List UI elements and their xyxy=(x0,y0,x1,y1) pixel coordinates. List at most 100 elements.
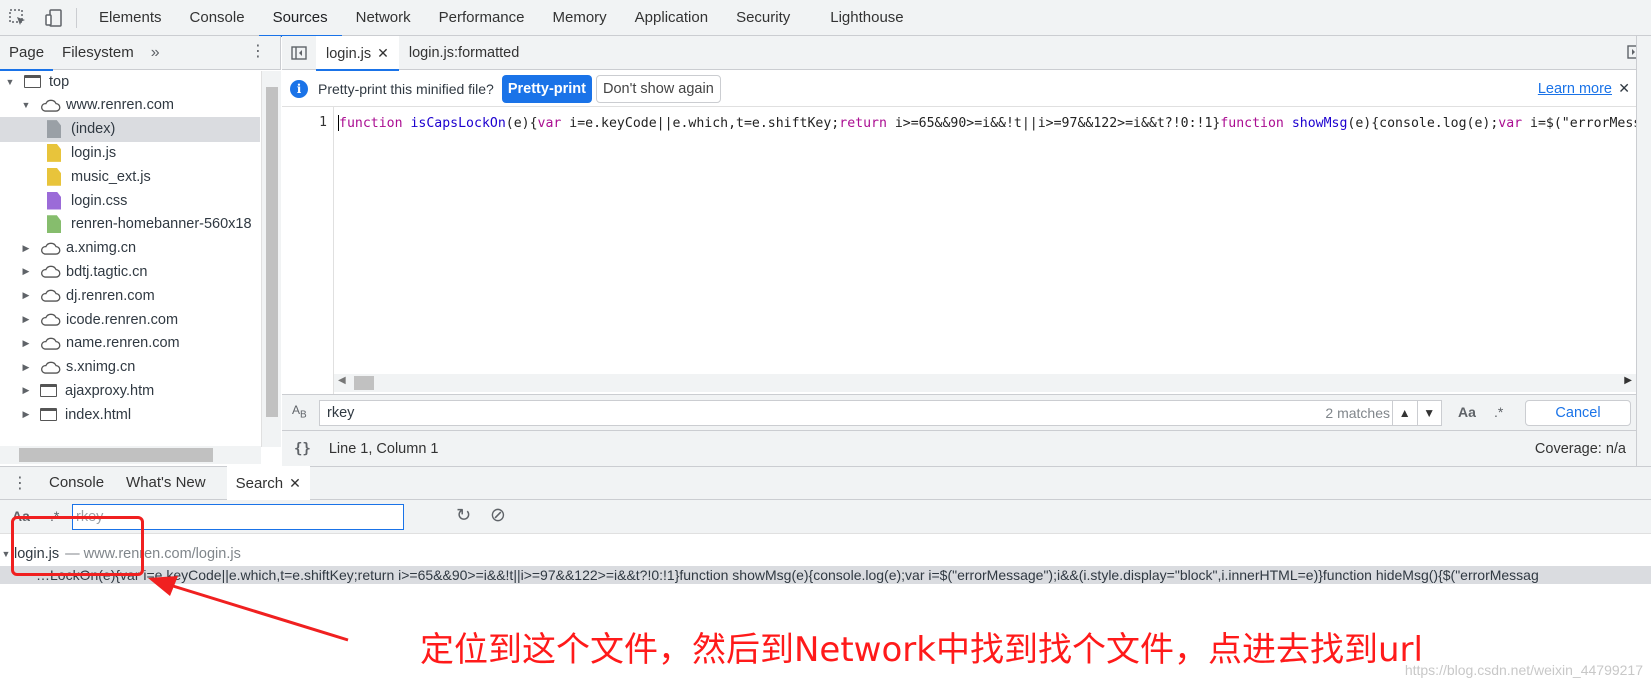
collapsed-triangle-icon[interactable]: ▶ xyxy=(20,290,32,301)
collapsed-triangle-icon[interactable]: ▶ xyxy=(20,243,32,254)
file-icon xyxy=(47,120,61,139)
code-line[interactable]: function isCapsLockOn(e){var i=e.keyCode… xyxy=(338,115,1636,135)
find-query: rkey xyxy=(327,405,355,421)
tree-item[interactable]: ▶ icode.renren.com xyxy=(0,307,260,332)
frame-icon xyxy=(40,384,57,398)
file-tree-vertical-scrollbar[interactable] xyxy=(261,71,281,447)
close-icon[interactable]: ✕ xyxy=(1618,80,1630,97)
tree-item[interactable]: ▶ name.renren.com xyxy=(0,331,260,356)
tree-item-label: name.renren.com xyxy=(66,335,180,352)
drawer-menu-icon[interactable]: ⋮ xyxy=(0,473,40,493)
navigator-tabs: Page Filesystem » ⋮ xyxy=(0,36,281,71)
tab-memory[interactable]: Memory xyxy=(539,0,621,36)
file-tree-horizontal-scrollbar[interactable] xyxy=(0,446,261,464)
refresh-icon[interactable]: ↻ xyxy=(456,505,471,526)
file-icon xyxy=(47,191,61,210)
drawer-tab-search[interactable]: Search ✕ xyxy=(226,466,310,500)
tab-lighthouse[interactable]: Lighthouse xyxy=(816,0,917,36)
replace-toggle-icon[interactable]: AB xyxy=(292,403,307,420)
tree-item[interactable]: ▶ s.xnimg.cn xyxy=(0,355,260,380)
previous-match-icon[interactable]: ▲ xyxy=(1393,401,1418,425)
drawer-tab-label: Search xyxy=(235,475,284,492)
code-token: var xyxy=(1498,116,1523,131)
close-icon[interactable]: ✕ xyxy=(289,475,301,491)
tree-item[interactable]: ▶ index.html xyxy=(0,402,260,427)
collapsed-triangle-icon[interactable]: ▶ xyxy=(20,409,32,420)
editor-horizontal-scrollbar[interactable]: ◀ ▶ xyxy=(334,374,1636,392)
collapsed-triangle-icon[interactable]: ▶ xyxy=(20,266,32,277)
cloud-icon xyxy=(40,313,61,326)
tab-console[interactable]: Console xyxy=(176,0,259,36)
tree-item[interactable]: ▼ top xyxy=(0,71,260,94)
infobar-message: Pretty-print this minified file? xyxy=(318,80,494,97)
tree-item[interactable]: login.js xyxy=(0,140,260,165)
editor-tab-login-js-formatted[interactable]: login.js:formatted xyxy=(399,36,529,70)
code-token: showMsg xyxy=(1291,116,1348,131)
drawer-tab-whats-new[interactable]: What's New xyxy=(117,466,215,500)
tab-elements[interactable]: Elements xyxy=(85,0,176,36)
tree-item[interactable]: login.css xyxy=(0,188,260,213)
tree-item[interactable]: ▶ bdtj.tagtic.cn xyxy=(0,259,260,284)
code-token: i=$("errorMessage");i&&(i.style.display=… xyxy=(1530,116,1636,131)
more-tabs-icon[interactable]: » xyxy=(143,44,168,62)
scrollbar-thumb[interactable] xyxy=(19,448,213,462)
tab-security[interactable]: Security xyxy=(722,0,804,36)
collapsed-triangle-icon[interactable]: ▶ xyxy=(20,362,32,373)
clear-icon[interactable]: ⊘ xyxy=(490,504,506,527)
cursor-position: Line 1, Column 1 xyxy=(328,440,439,457)
collapsed-triangle-icon[interactable]: ▶ xyxy=(20,338,32,349)
collapsed-triangle-icon[interactable]: ▶ xyxy=(20,385,32,396)
scrollbar-thumb[interactable] xyxy=(354,376,374,390)
tree-item[interactable]: ▼ www.renren.com xyxy=(0,93,260,118)
file-icon xyxy=(47,215,61,234)
tree-item[interactable]: ▶ a.xnimg.cn xyxy=(0,236,260,261)
tree-item[interactable]: ▶ dj.renren.com xyxy=(0,283,260,308)
tab-filesystem[interactable]: Filesystem xyxy=(53,36,143,70)
learn-more-link[interactable]: Learn more xyxy=(1538,81,1612,97)
tree-item[interactable]: (index) xyxy=(0,116,260,142)
collapsed-triangle-icon[interactable]: ▶ xyxy=(20,314,32,325)
next-match-icon[interactable]: ▼ xyxy=(1418,401,1442,425)
search-result-line[interactable]: …LockOn(e){var i=e.keyCode||e.which,t=e.… xyxy=(0,566,1651,584)
drawer-tab-console[interactable]: Console xyxy=(40,466,113,500)
expanded-triangle-icon[interactable]: ▼ xyxy=(20,100,32,110)
tree-item[interactable]: renren-homebanner-560x18 xyxy=(0,212,260,237)
expanded-triangle-icon[interactable]: ▼ xyxy=(4,77,16,87)
tab-performance[interactable]: Performance xyxy=(425,0,539,36)
inspect-element-icon[interactable] xyxy=(0,0,36,36)
cancel-button[interactable]: Cancel xyxy=(1525,400,1631,426)
result-line-text: …LockOn(e){var i=e.keyCode||e.which,t=e.… xyxy=(36,567,1539,583)
navigator-menu-icon[interactable]: ⋮ xyxy=(250,44,266,60)
tree-item[interactable]: music_ext.js xyxy=(0,164,260,189)
main-tabs: Elements Console Sources Network Performance… xyxy=(85,0,918,37)
close-icon[interactable]: ✕ xyxy=(377,45,389,61)
dont-show-again-button[interactable]: Don't show again xyxy=(596,74,721,103)
code-token: function xyxy=(339,116,403,131)
scroll-left-icon[interactable]: ◀ xyxy=(338,375,346,386)
tree-item-label: s.xnimg.cn xyxy=(66,359,136,376)
editor-tab-login-js[interactable]: login.js ✕ xyxy=(316,35,399,71)
editor-status-bar: {} Line 1, Column 1 Coverage: n/a xyxy=(282,430,1636,466)
cloud-icon xyxy=(40,337,61,350)
debugger-sidebar-edge xyxy=(1636,36,1651,466)
pretty-print-button[interactable]: Pretty-print xyxy=(501,74,592,103)
scrollbar-thumb[interactable] xyxy=(266,87,278,417)
device-toolbar-icon[interactable] xyxy=(36,0,72,36)
pretty-print-icon[interactable]: {} xyxy=(294,441,311,457)
tab-network[interactable]: Network xyxy=(342,0,425,36)
regex-toggle[interactable]: .* xyxy=(1494,404,1503,420)
find-navigation: ▲ ▼ xyxy=(1392,400,1442,426)
file-tree: ▼ top ▼ www.renren.com (index) login.js music_… xyxy=(0,71,260,447)
tab-application[interactable]: Application xyxy=(621,0,722,36)
tree-item[interactable]: ▶ ajaxproxy.htm xyxy=(0,378,260,403)
toggle-navigator-icon[interactable] xyxy=(282,36,316,70)
tab-sources[interactable]: Sources xyxy=(258,0,342,37)
tab-page[interactable]: Page xyxy=(0,36,54,71)
scroll-right-icon[interactable]: ▶ xyxy=(1624,375,1632,386)
tree-item-label: dj.renren.com xyxy=(66,287,155,304)
find-input[interactable]: rkey 2 matches xyxy=(319,400,1399,426)
code-token: return xyxy=(839,116,887,131)
match-count: 2 matches xyxy=(1325,405,1390,421)
cloud-icon xyxy=(40,99,61,112)
match-case-toggle[interactable]: Aa xyxy=(1458,404,1476,420)
